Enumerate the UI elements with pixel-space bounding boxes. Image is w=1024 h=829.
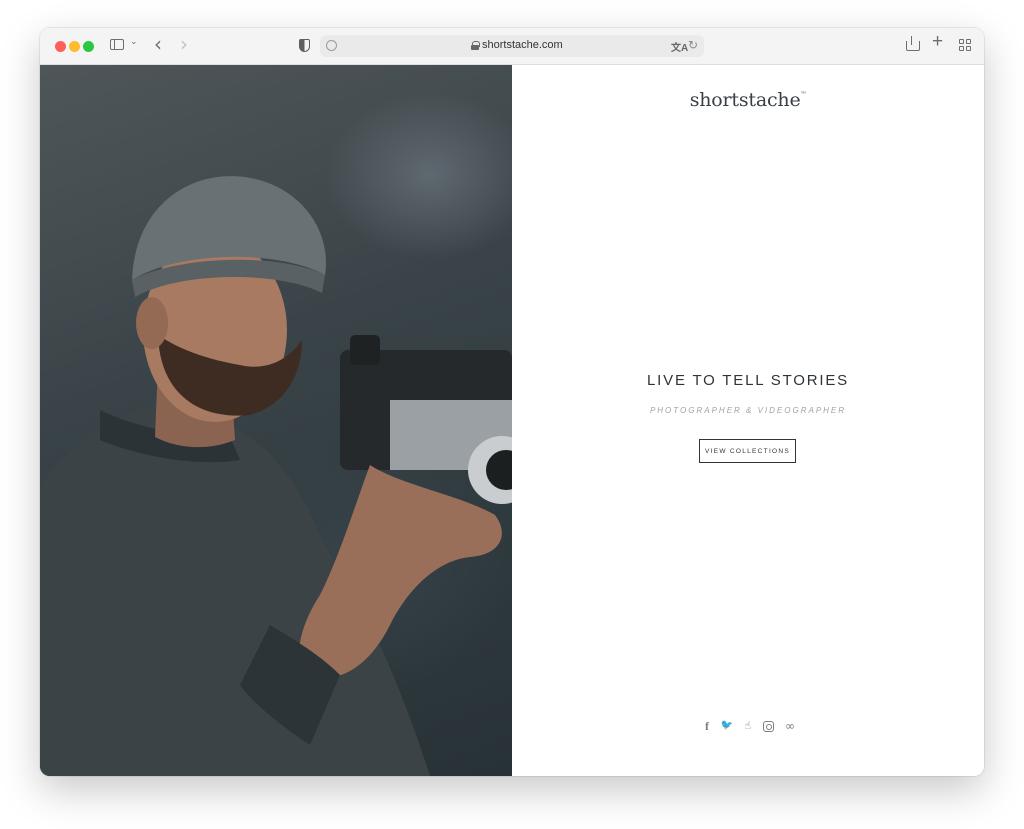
- reload-icon[interactable]: ↻: [688, 38, 698, 52]
- tab-overview-icon[interactable]: [959, 39, 971, 51]
- hero-subheadline: PHOTOGRAPHER & VIDEOGRAPHER: [649, 406, 847, 415]
- page-settings-icon[interactable]: [326, 40, 337, 51]
- back-button[interactable]: ‹: [154, 32, 162, 56]
- close-window-button[interactable]: [55, 41, 66, 52]
- hero-headline: LIVE TO TELL STORIES: [647, 372, 849, 389]
- browser-toolbar: ⌄ ‹ › shortstache.com 文A ↻ +: [40, 28, 984, 65]
- man-with-camera-photo: [40, 176, 512, 776]
- link-icon[interactable]: ∞: [785, 719, 795, 733]
- instagram-icon[interactable]: [762, 720, 774, 732]
- twitter-icon[interactable]: 🐦: [720, 719, 732, 733]
- sidebar-icon[interactable]: [110, 39, 124, 50]
- logo-text: shortstache: [689, 89, 801, 111]
- site-logo[interactable]: shortstache™: [512, 89, 984, 111]
- share-icon[interactable]: [906, 36, 920, 51]
- translate-icon[interactable]: 文A: [671, 39, 688, 54]
- facebook-icon[interactable]: f: [705, 719, 709, 733]
- flickr-icon[interactable]: ☝: [744, 719, 751, 733]
- browser-window: ⌄ ‹ › shortstache.com 文A ↻ + shortstache…: [40, 28, 984, 776]
- view-collections-button[interactable]: VIEW COLLECTIONS: [699, 439, 796, 463]
- shield-icon[interactable]: [299, 39, 310, 52]
- minimize-window-button[interactable]: [69, 41, 80, 52]
- address-bar[interactable]: shortstache.com 文A ↻: [320, 35, 704, 57]
- lock-icon: [471, 41, 480, 50]
- forward-button[interactable]: ›: [180, 32, 188, 56]
- url-text[interactable]: shortstache.com: [482, 39, 563, 51]
- zoom-window-button[interactable]: [83, 41, 94, 52]
- social-links: f 🐦 ☝ ∞: [705, 719, 795, 733]
- chevron-down-icon[interactable]: ⌄: [130, 36, 138, 47]
- trademark-mark: ™: [800, 91, 807, 98]
- new-tab-button[interactable]: +: [932, 31, 943, 53]
- hero-photo: [40, 65, 512, 776]
- landing-content: shortstache™ LIVE TO TELL STORIES PHOTOG…: [512, 65, 984, 776]
